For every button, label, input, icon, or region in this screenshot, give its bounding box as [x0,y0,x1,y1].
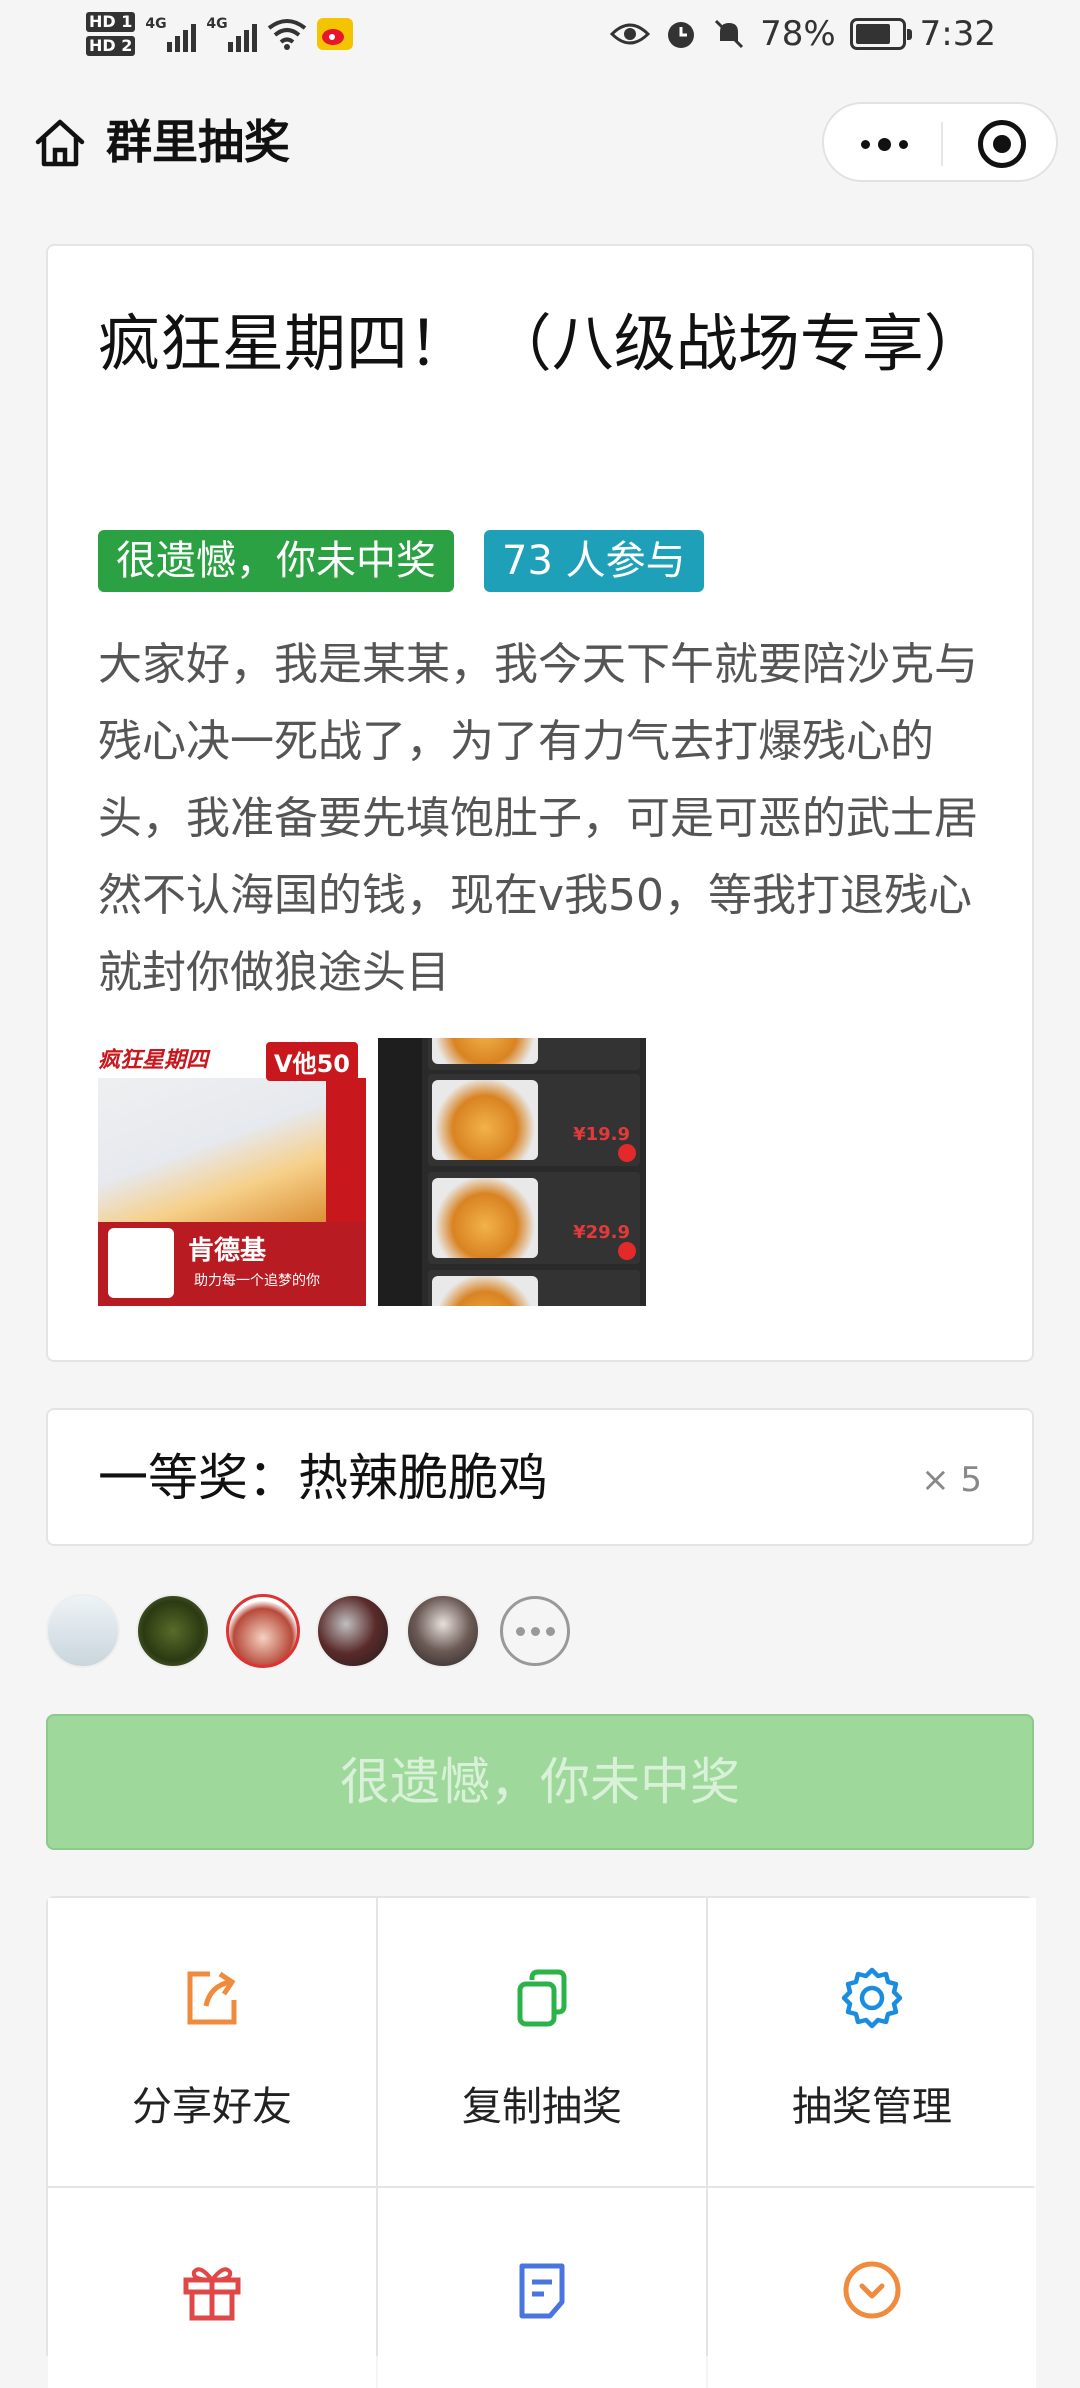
poster-price-tag: V他50 [266,1042,358,1081]
poster-brand: 肯德基 [188,1236,267,1266]
page-title: 群里抽奖 [106,115,290,169]
copy-icon [517,1969,567,2027]
clock: 7:32 [919,14,996,54]
chevron-down-circle-icon [843,2261,901,2319]
poster-slogan: 助力每一个追梦的你 [194,1273,320,1289]
copy-lottery-button[interactable]: 复制抽奖 [378,1898,706,2186]
battery-icon [849,18,912,50]
avatar[interactable] [46,1594,120,1668]
lottery-title: 疯狂星期四！ （八级战场专享） [98,307,986,380]
mute-bell-icon [715,19,744,49]
poster-top-text: 疯狂星期四 [98,1048,209,1073]
capsule-divider [941,122,943,166]
result-button[interactable]: 很遗憾，你未中奖 [46,1714,1034,1850]
mini-program-capsule [822,102,1058,182]
participants-badge[interactable]: 73 人参与 [484,530,704,592]
image-gallery: 疯狂星期四 V他50 肯德基 助力每一个追梦的你 ¥19.9 ¥29.9 [98,1038,646,1306]
hd1-badge: HD 1 [86,12,136,32]
kfc-menu-image[interactable]: ¥19.9 ¥29.9 [378,1038,646,1306]
lottery-card: 疯狂星期四！ （八级战场专享） 很遗憾，你未中奖 73 人参与 大家好，我是某某… [46,244,1034,1362]
gift-button[interactable] [48,2188,376,2388]
status-right: 78% 7:32 [610,14,996,54]
weibo-icon [317,18,354,50]
signal-icon-2: 4G [206,16,258,52]
status-left: HD 1 HD 2 4G 4G [86,12,354,56]
action-grid: 分享好友 复制抽奖 抽奖管理 [46,1896,1036,2388]
share-friend-button[interactable]: 分享好友 [48,1898,376,2186]
menu-price-1: ¥19.9 [573,1124,630,1145]
wifi-icon [268,19,307,50]
close-program-icon[interactable] [978,120,1026,168]
kfc-logo [108,1228,174,1298]
home-icon[interactable] [30,114,90,174]
more-icon[interactable] [854,122,914,166]
copy-lottery-label: 复制抽奖 [462,2084,622,2130]
alarm-icon [668,22,695,48]
avatar[interactable] [316,1594,390,1668]
prize-card: 一等奖：热辣脆脆鸡 × 5 [46,1408,1034,1546]
lottery-manage-label: 抽奖管理 [792,2084,952,2130]
share-icon [187,1971,237,2025]
avatar[interactable] [406,1594,480,1668]
hd-indicators: HD 1 HD 2 [86,12,136,56]
avatar[interactable] [226,1594,300,1668]
status-tags: 很遗憾，你未中奖 73 人参与 [98,530,704,592]
document-icon [519,2263,565,2319]
participant-avatars[interactable] [46,1594,570,1668]
avatar[interactable] [136,1594,210,1668]
network-label: 4G [145,16,167,32]
prize-name: 一等奖：热辣脆脆鸡 [98,1449,548,1507]
hd2-badge: HD 2 [86,36,136,56]
kfc-poster-image[interactable]: 疯狂星期四 V他50 肯德基 助力每一个追梦的你 [98,1038,366,1306]
result-badge: 很遗憾，你未中奖 [98,530,454,592]
network-label-2: 4G [206,16,228,32]
menu-price-2: ¥29.9 [573,1222,630,1243]
battery-percent: 78% [760,14,836,54]
nav-bar: 群里抽奖 [0,84,1080,202]
gift-icon [183,2267,241,2321]
prize-count: × 5 [921,1460,982,1500]
eye-icon [610,23,651,45]
document-button[interactable] [378,2188,706,2388]
gear-icon [841,1967,903,2029]
more-actions-button[interactable] [708,2188,1036,2388]
lottery-description: 大家好，我是某某，我今天下午就要陪沙克与残心决一死战了，为了有力气去打爆残心的头… [98,639,978,998]
lottery-manage-button[interactable]: 抽奖管理 [708,1898,1036,2186]
signal-icon: 4G [145,16,197,52]
more-participants-icon[interactable] [500,1596,570,1666]
status-bar: HD 1 HD 2 4G 4G 78% 7:32 [0,0,1080,84]
share-friend-label: 分享好友 [132,2084,292,2130]
